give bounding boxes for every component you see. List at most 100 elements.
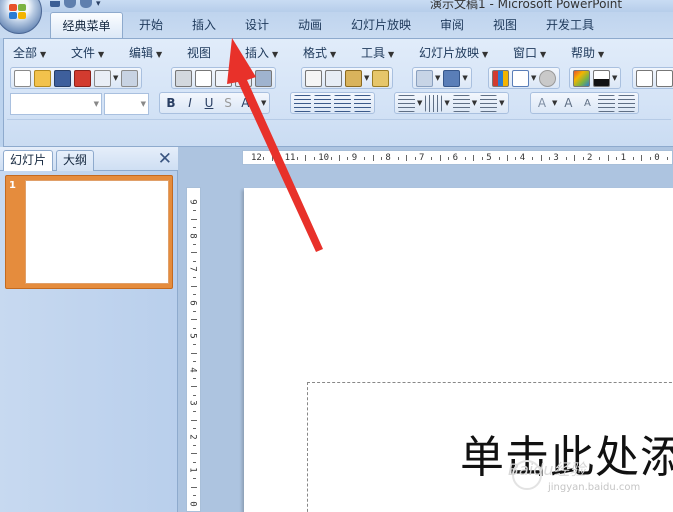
- underline-button[interactable]: U: [201, 96, 217, 110]
- print-icon[interactable]: [175, 69, 192, 87]
- chevron-down-icon[interactable]: ▼: [462, 74, 467, 82]
- menu-tools[interactable]: 工具 ▼: [361, 42, 394, 64]
- line-spacing-icon[interactable]: [398, 94, 415, 112]
- menu-window[interactable]: 窗口 ▼: [513, 42, 546, 64]
- ruler-tick: [193, 495, 196, 497]
- shadow-button[interactable]: S: [220, 96, 236, 110]
- menu-slideshow[interactable]: 幻灯片放映 ▼: [419, 42, 488, 64]
- slide-canvas[interactable]: 单击此处添: [244, 188, 673, 512]
- menu-view[interactable]: 视图: [187, 42, 211, 64]
- menu-all[interactable]: 全部 ▼: [13, 42, 46, 64]
- permission-icon[interactable]: [74, 69, 91, 87]
- ruler-tick: [414, 157, 416, 160]
- save-icon[interactable]: [54, 69, 71, 87]
- undo-icon[interactable]: [64, 0, 76, 8]
- bullets-icon[interactable]: [480, 94, 498, 112]
- save-icon[interactable]: [50, 1, 60, 7]
- print-preview-icon[interactable]: [195, 69, 212, 87]
- font-size-select[interactable]: ▼: [104, 93, 149, 115]
- redo-icon[interactable]: [80, 0, 92, 8]
- slide-thumbnail-selected[interactable]: 1: [5, 175, 173, 289]
- spelling-check-icon[interactable]: [235, 69, 252, 87]
- menu-file[interactable]: 文件 ▼: [71, 42, 104, 64]
- copy-icon[interactable]: [325, 69, 342, 87]
- slide-thumbnail[interactable]: [25, 180, 169, 284]
- menu-insert[interactable]: 插入 ▼: [245, 42, 278, 64]
- menu-format[interactable]: 格式 ▼: [303, 42, 336, 64]
- tab-design[interactable]: 设计: [237, 12, 277, 38]
- numbering-icon[interactable]: [452, 94, 470, 112]
- tab-animation[interactable]: 动画: [290, 12, 330, 38]
- clipboard-tool-group: ▼: [301, 67, 394, 89]
- chevron-down-icon[interactable]: ▼: [364, 74, 369, 82]
- close-icon[interactable]: ✕: [158, 148, 172, 170]
- ruler-tick: [193, 428, 196, 430]
- tab-insert[interactable]: 插入: [184, 12, 224, 38]
- chevron-down-icon[interactable]: ▼: [435, 74, 440, 82]
- chevron-down-icon[interactable]: ▼: [417, 99, 422, 107]
- tab-slideshow[interactable]: 幻灯片放映: [343, 12, 419, 38]
- chevron-down-icon[interactable]: ▼: [472, 99, 477, 107]
- document-icon[interactable]: [215, 69, 232, 87]
- table-icon[interactable]: [512, 69, 529, 87]
- new-file-icon[interactable]: [14, 69, 31, 87]
- tab-view[interactable]: 视图: [485, 12, 525, 38]
- justify-icon[interactable]: [354, 94, 371, 112]
- tab-slides[interactable]: 幻灯片: [3, 150, 54, 171]
- increase-indent-icon[interactable]: [618, 94, 636, 112]
- tab-classic-menu[interactable]: 经典菜单: [50, 12, 123, 38]
- columns-icon[interactable]: [425, 94, 443, 112]
- align-right-icon[interactable]: [334, 94, 351, 112]
- chevron-down-icon[interactable]: ▼: [113, 74, 118, 82]
- slides-panel: 幻灯片 大纲 ✕ 1: [0, 147, 178, 512]
- customize-qat-icon[interactable]: ▾: [96, 0, 101, 9]
- chevron-down-icon[interactable]: ▼: [531, 74, 536, 82]
- open-folder-icon[interactable]: [34, 69, 51, 87]
- ruler-label: 3: [553, 153, 559, 163]
- redo-icon[interactable]: [443, 69, 461, 87]
- chevron-down-icon[interactable]: ▼: [552, 99, 557, 107]
- chevron-down-icon[interactable]: ▼: [444, 99, 449, 107]
- hyperlink-icon[interactable]: [539, 69, 557, 87]
- decrease-indent-icon[interactable]: [598, 94, 616, 112]
- paste-icon[interactable]: [345, 69, 362, 87]
- menu-window-label: 窗口: [513, 46, 538, 60]
- font-name-select[interactable]: ▼: [10, 93, 102, 115]
- tab-developer[interactable]: 开发工具: [538, 12, 602, 38]
- bold-button[interactable]: B: [163, 96, 179, 110]
- menu-edit[interactable]: 编辑 ▼: [129, 42, 162, 64]
- ruler-tick: [515, 157, 517, 160]
- grayscale-icon[interactable]: [593, 69, 610, 87]
- tab-review[interactable]: 审阅: [432, 12, 472, 38]
- slide-layout-icon[interactable]: [656, 69, 673, 87]
- chevron-down-icon: ▼: [330, 50, 337, 59]
- change-case-button[interactable]: Aa: [239, 96, 259, 110]
- email-icon[interactable]: [94, 69, 111, 87]
- ruler-tick: [599, 157, 601, 160]
- research-books-icon[interactable]: [255, 69, 272, 87]
- tab-outline[interactable]: 大纲: [56, 150, 95, 171]
- ruler-tick: [191, 252, 197, 254]
- chevron-down-icon[interactable]: ▼: [261, 99, 266, 107]
- ruler-tick: [193, 310, 196, 312]
- tab-home[interactable]: 开始: [131, 12, 171, 38]
- research-icon[interactable]: [121, 69, 139, 87]
- chevron-down-icon[interactable]: ▼: [612, 74, 617, 82]
- ruler-tick: [193, 243, 196, 245]
- chart-icon[interactable]: [492, 69, 509, 87]
- format-painter-icon[interactable]: [372, 69, 390, 87]
- title-bar: ▾ 演示文稿1 - Microsoft PowerPoint: [0, 0, 673, 12]
- new-slide-icon[interactable]: [636, 69, 653, 87]
- chevron-down-icon[interactable]: ▼: [499, 99, 504, 107]
- shrink-font-icon[interactable]: A: [579, 98, 595, 109]
- ruler-tick: [406, 155, 408, 161]
- font-color-icon[interactable]: A: [534, 96, 550, 110]
- grow-font-icon[interactable]: A: [560, 96, 576, 110]
- align-left-icon[interactable]: [294, 94, 311, 112]
- italic-button[interactable]: I: [182, 96, 198, 110]
- cut-icon[interactable]: [305, 69, 322, 87]
- color-scheme-icon[interactable]: [573, 69, 590, 87]
- menu-help[interactable]: 帮助 ▼: [571, 42, 604, 64]
- undo-icon[interactable]: [416, 69, 433, 87]
- align-center-icon[interactable]: [314, 94, 331, 112]
